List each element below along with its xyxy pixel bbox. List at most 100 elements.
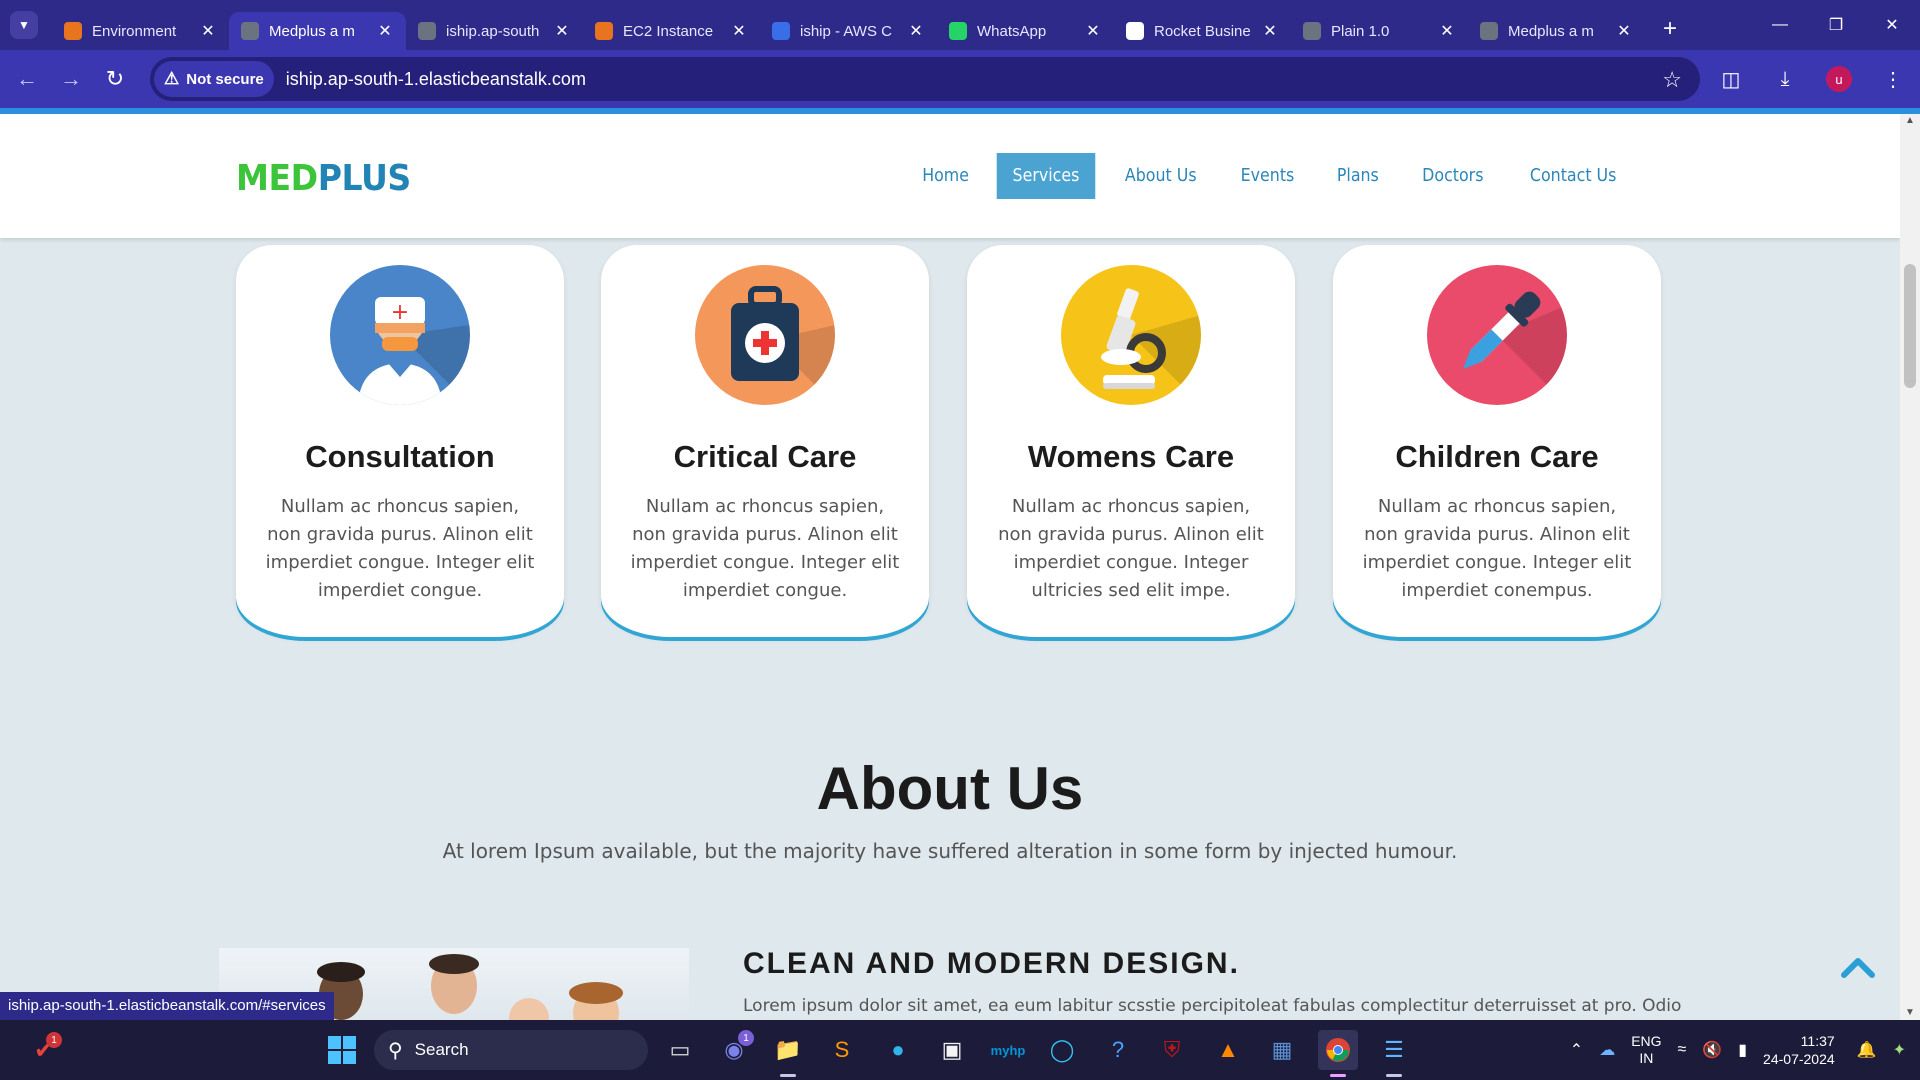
nav-link-events[interactable]: Events	[1225, 153, 1310, 199]
tab-search-button[interactable]: ▼	[10, 11, 38, 39]
windows-start-icon[interactable]	[322, 1030, 362, 1070]
browser-tab[interactable]: Plain 1.0 ✕	[1291, 12, 1468, 50]
system-tray: ⌃ ☁ ENG IN ≈ 🔇 ▮ 11:37 24-07-2024 🔔 ✦	[1562, 1020, 1920, 1080]
mcafee-icon[interactable]: ⛨	[1152, 1030, 1192, 1070]
wifi-icon[interactable]: ≈	[1670, 1041, 1695, 1059]
nav-link-doctors[interactable]: Doctors	[1406, 153, 1499, 199]
logo-med: MED	[236, 158, 318, 199]
reload-icon[interactable]: ↻	[93, 57, 137, 101]
logo-plus: PLUS	[317, 158, 412, 199]
globe-icon	[418, 22, 436, 40]
file-explorer-icon[interactable]: 📁	[768, 1030, 808, 1077]
store-icon[interactable]: ▣	[932, 1030, 972, 1070]
nav-link-home[interactable]: Home	[906, 153, 984, 199]
service-card-children-care[interactable]: Children Care Nullam ac rhoncus sapien, n…	[1333, 245, 1661, 637]
browser-tab[interactable]: Medplus a m ✕	[229, 12, 406, 50]
security-chip[interactable]: ⚠ Not secure	[154, 61, 274, 97]
alexa-icon[interactable]: ◯	[1042, 1030, 1082, 1070]
browser-tab[interactable]: Rocket Busine ✕	[1114, 12, 1291, 50]
forward-icon[interactable]: →	[49, 57, 93, 101]
vlc-icon[interactable]: ▲	[1208, 1030, 1248, 1070]
tab-close-icon[interactable]: ✕	[376, 21, 394, 41]
new-tab-button[interactable]: +	[1655, 14, 1685, 44]
profile-avatar[interactable]: u	[1812, 50, 1866, 108]
tab-close-icon[interactable]: ✕	[1615, 21, 1633, 41]
url-text[interactable]: iship.ap-south-1.elasticbeanstalk.com	[286, 69, 586, 90]
menu-kebab-icon[interactable]: ⋮	[1866, 50, 1920, 108]
nav-link-plans[interactable]: Plans	[1321, 153, 1395, 199]
teams-icon[interactable]: ◉ 1	[714, 1030, 754, 1070]
minimize-icon[interactable]: —	[1752, 0, 1808, 50]
close-window-icon[interactable]: ✕	[1864, 0, 1920, 50]
notepad-icon[interactable]: ☰	[1374, 1030, 1414, 1077]
clock-time: 11:37	[1800, 1033, 1835, 1049]
back-to-top-icon[interactable]	[1838, 952, 1878, 982]
status-url-bar: iship.ap-south-1.elasticbeanstalk.com/#s…	[0, 992, 334, 1020]
avatar: u	[1826, 66, 1852, 92]
windows-taskbar: ✔ 1 ⚲ Search ▭ ◉ 1 📁 S ● ▣ myhp ◯ ? ⛨ ▲ …	[0, 1020, 1920, 1080]
tab-close-icon[interactable]: ✕	[1438, 21, 1456, 41]
tab-title: EC2 Instance	[623, 22, 714, 40]
bookmark-star-icon[interactable]: ☆	[1662, 67, 1682, 93]
teams-badge: 1	[738, 1030, 754, 1046]
rocket-icon	[1126, 22, 1144, 40]
service-card-womens-care[interactable]: Womens Care Nullam ac rhoncus sapien, non…	[967, 245, 1295, 637]
browser-tab[interactable]: iship - AWS C ✕	[760, 12, 937, 50]
tray-overflow-icon[interactable]: ⌃	[1562, 1040, 1591, 1060]
download-icon[interactable]: ⤓	[1758, 50, 1812, 108]
scrollbar-thumb[interactable]	[1904, 264, 1916, 388]
browser-tab[interactable]: Medplus a m ✕	[1468, 12, 1645, 50]
taskbar-search[interactable]: ⚲ Search	[374, 1030, 648, 1070]
scroll-up-icon[interactable]: ▲	[1900, 114, 1920, 128]
tab-close-icon[interactable]: ✕	[199, 21, 217, 41]
browser-tab[interactable]: iship.ap-south ✕	[406, 12, 583, 50]
tab-close-icon[interactable]: ✕	[907, 21, 925, 41]
ec2-icon	[595, 22, 613, 40]
chrome-icon[interactable]	[1318, 1030, 1358, 1077]
search-placeholder: Search	[414, 1040, 469, 1059]
doctor-icon: +	[330, 265, 470, 405]
onedrive-icon[interactable]: ☁	[1591, 1040, 1623, 1060]
notification-bell-icon[interactable]: 🔔	[1849, 1040, 1885, 1060]
tab-close-icon[interactable]: ✕	[730, 21, 748, 41]
nav-link-contact-us[interactable]: Contact Us	[1514, 153, 1632, 199]
page-scrollbar[interactable]: ▲ ▼	[1900, 114, 1920, 1020]
about-title: About Us	[816, 755, 1084, 822]
restore-icon[interactable]: ❐	[1808, 0, 1864, 50]
clock[interactable]: 11:37 24-07-2024	[1755, 1032, 1849, 1068]
copilot-icon[interactable]: ✦	[1885, 1040, 1920, 1060]
language-indicator[interactable]: ENG IN	[1623, 1033, 1669, 1067]
browser-tab[interactable]: EC2 Instance ✕	[583, 12, 760, 50]
scroll-down-icon[interactable]: ▼	[1900, 1006, 1920, 1020]
back-icon[interactable]: ←	[5, 57, 49, 101]
sublime-text-icon[interactable]: S	[822, 1030, 862, 1070]
sql-developer-icon[interactable]: ▦	[1262, 1030, 1302, 1070]
service-description: Nullam ac rhoncus sapien, non gravida pu…	[630, 496, 900, 601]
browser-tab[interactable]: Environment ✕	[52, 12, 229, 50]
task-view-icon[interactable]: ▭	[660, 1030, 700, 1070]
tab-close-icon[interactable]: ✕	[553, 21, 571, 41]
service-card-critical-care[interactable]: Critical Care Nullam ac rhoncus sapien, n…	[601, 245, 929, 637]
volume-muted-icon[interactable]: 🔇	[1694, 1040, 1730, 1060]
tab-title: iship.ap-south	[446, 22, 540, 40]
about-heading: CLEAN AND MODERN DESIGN.	[743, 947, 1240, 980]
site-logo[interactable]: MEDPLUS	[236, 158, 411, 199]
tab-close-icon[interactable]: ✕	[1261, 21, 1279, 41]
tab-close-icon[interactable]: ✕	[1084, 21, 1102, 41]
nav-link-about-us[interactable]: About Us	[1109, 153, 1212, 199]
service-card-consultation[interactable]: + Consultation Nullam ac rhoncus sapien, n…	[236, 245, 564, 637]
microscope-icon	[1061, 265, 1201, 405]
tab-title: Rocket Busine	[1154, 22, 1251, 40]
address-bar[interactable]: ⚠ Not secure iship.ap-south-1.elasticbea…	[150, 57, 1700, 101]
browser-tab[interactable]: WhatsApp ✕	[937, 12, 1114, 50]
extensions-icon[interactable]: ◫	[1704, 50, 1758, 108]
cloud-icon	[772, 22, 790, 40]
nav-link-services[interactable]: Services	[996, 153, 1096, 199]
battery-icon[interactable]: ▮	[1730, 1040, 1755, 1060]
myhp-icon[interactable]: myhp	[988, 1030, 1028, 1070]
help-icon[interactable]: ?	[1098, 1030, 1138, 1070]
edge-icon[interactable]: ●	[878, 1030, 918, 1070]
screen: ▼ Environment ✕ Medplus a m ✕ iship.ap-south…	[0, 0, 1920, 1080]
antivirus-app-icon[interactable]: ✔ 1	[24, 1030, 64, 1070]
tab-title: Environment	[92, 22, 177, 40]
